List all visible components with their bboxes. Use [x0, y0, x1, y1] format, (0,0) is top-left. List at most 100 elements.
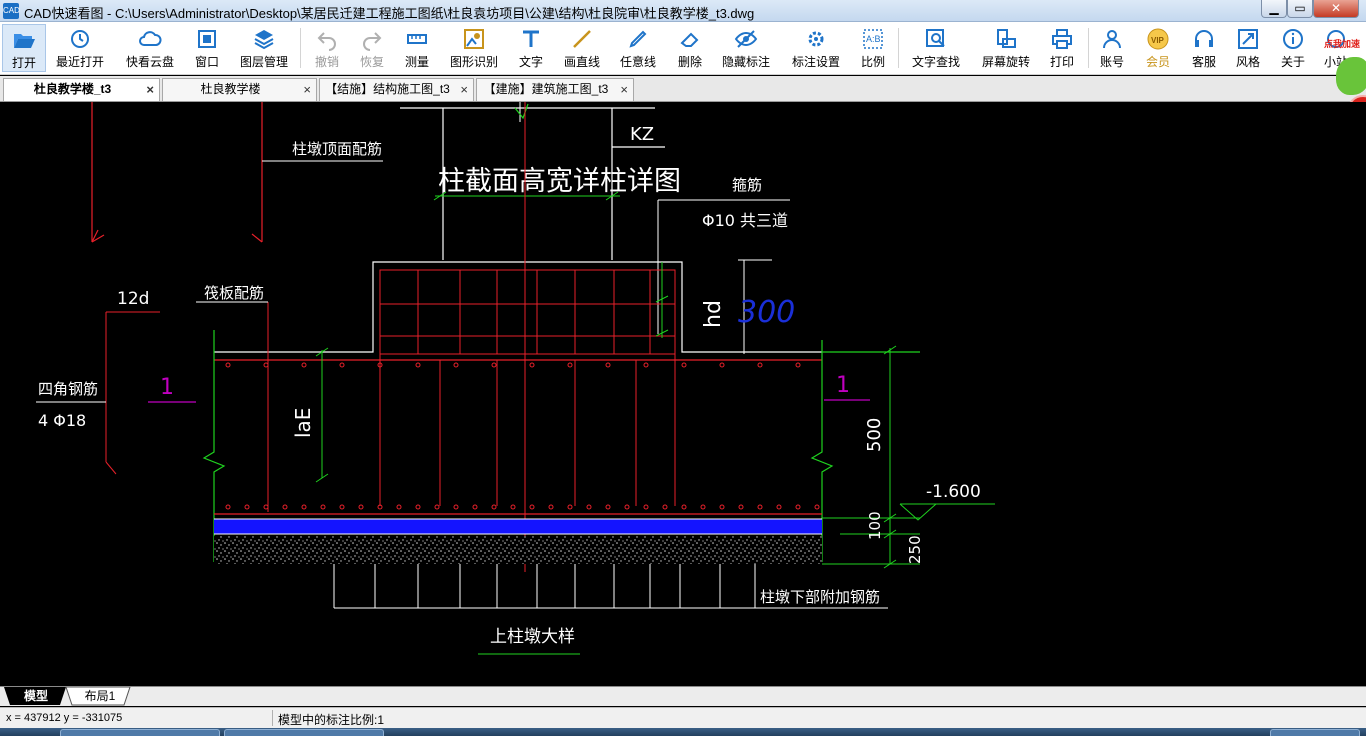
taskbar-item[interactable] — [224, 729, 384, 736]
maximize-button[interactable]: ▭ — [1287, 0, 1313, 18]
rebar-dot — [415, 362, 421, 368]
stirrup-spec: Φ10 共三道 — [702, 211, 788, 230]
rebar-dot — [339, 504, 345, 510]
tab-dlj[interactable]: 杜良教学楼 × — [162, 78, 317, 101]
window-button[interactable]: 窗口 — [188, 24, 226, 72]
raft-top-rebar-dots — [225, 362, 801, 368]
window-title: CAD快速看图 - C:\Users\Administrator\Desktop… — [24, 6, 755, 21]
document-tab-bar: 杜良教学楼_t3 × 杜良教学楼 × 【结施】结构施工图_t3 × 【建施】建筑… — [0, 76, 1366, 102]
tab-dlj-t3[interactable]: 杜良教学楼_t3 × — [3, 78, 160, 101]
rotate-screen-label: 屏幕旋转 — [981, 55, 1030, 69]
toolbar-separator — [1088, 28, 1089, 68]
rebar-dot — [301, 362, 307, 368]
text-button[interactable]: 文字 — [512, 24, 550, 72]
redo-icon — [363, 32, 382, 51]
app-icon: CAD — [3, 3, 20, 19]
taskbar-item[interactable] — [60, 729, 220, 736]
close-tab-icon[interactable]: × — [146, 79, 154, 100]
shape-recognize-button[interactable]: 图形识别 — [446, 24, 502, 72]
toolbar-separator — [300, 28, 301, 68]
eraser-icon — [680, 32, 699, 47]
draw-line-button[interactable]: 画直线 — [560, 24, 604, 72]
freehand-label: 任意线 — [619, 55, 656, 69]
rebar-dot — [795, 362, 801, 368]
layer-manager-button[interactable]: 图层管理 — [236, 24, 292, 72]
kz-label: KZ — [630, 124, 654, 145]
close-tab-icon[interactable]: × — [460, 79, 468, 100]
svg-text:VIP: VIP — [1151, 36, 1165, 45]
rebar-dot — [776, 504, 782, 510]
about-button[interactable]: 关于 — [1276, 24, 1310, 72]
delete-label: 删除 — [677, 55, 702, 69]
text-search-icon — [926, 29, 945, 47]
rebar-dot — [662, 504, 668, 510]
rebar-dot — [282, 504, 288, 510]
freehand-button[interactable]: 任意线 — [616, 24, 660, 72]
style-button[interactable]: 风格 — [1230, 24, 1266, 72]
hd-label: hd — [701, 300, 726, 328]
about-label: 关于 — [1280, 55, 1305, 69]
tab-architecture[interactable]: 【建施】建筑施工图_t3 × — [476, 78, 634, 101]
scale-label: 比例 — [860, 55, 885, 69]
text-search-label: 文字查找 — [911, 55, 960, 69]
undo-icon — [317, 32, 336, 51]
rebar-dot — [225, 362, 231, 368]
close-tab-icon[interactable]: × — [620, 79, 628, 100]
layout-tab-layout1[interactable]: 布局1 — [74, 687, 126, 706]
dim-250-label: 250 — [906, 535, 924, 564]
text-search-button[interactable]: 文字查找 — [906, 24, 966, 72]
tab-structure[interactable]: 【结施】结构施工图_t3 × — [319, 78, 474, 101]
section-label-left: 1 — [160, 375, 174, 400]
vip-button[interactable]: VIP 会员 — [1140, 24, 1176, 72]
rebar-dot — [795, 504, 801, 510]
cloud-icon — [139, 31, 162, 46]
layout-tab-model[interactable]: 模型 — [12, 687, 60, 706]
rebar-dot — [453, 504, 459, 510]
customer-service-button[interactable]: 客服 — [1186, 24, 1222, 72]
open-label: 打开 — [11, 56, 36, 70]
raft-rebar-bend — [105, 302, 269, 512]
minimize-button[interactable]: ▁ — [1261, 0, 1287, 18]
annotation-settings-button[interactable]: 标注设置 — [788, 24, 844, 72]
account-button[interactable]: 账号 — [1094, 24, 1130, 72]
lae-dimension — [315, 347, 329, 483]
handwritten-annotation: 300 — [738, 295, 795, 330]
rotate-screen-icon — [997, 29, 1016, 48]
scale-button[interactable]: A:B 比例 — [856, 24, 890, 72]
toolbar-separator — [898, 28, 899, 68]
recent-label: 最近打开 — [55, 55, 104, 69]
open-button[interactable]: 打开 — [2, 24, 46, 72]
rebar-dot — [586, 504, 592, 510]
drawing-canvas[interactable]: 柱墩顶面配筋 KZ 柱截面高宽详柱详图 箍筋 Φ10 共三道 12d 筏板配筋 … — [0, 102, 1366, 686]
print-button[interactable]: 打印 — [1044, 24, 1080, 72]
rebar-dot — [301, 504, 307, 510]
rebar-dot — [738, 504, 744, 510]
recent-button[interactable]: 最近打开 — [52, 24, 108, 72]
os-taskbar — [0, 728, 1366, 736]
vip-label: 会员 — [1145, 55, 1170, 69]
measure-button[interactable]: 测量 — [398, 24, 436, 72]
cad-drawing[interactable]: 柱墩顶面配筋 KZ 柱截面高宽详柱详图 箍筋 Φ10 共三道 12d 筏板配筋 … — [0, 102, 1366, 686]
annotation-settings-icon — [808, 31, 824, 47]
pedestal-cage — [379, 269, 676, 355]
undo-button[interactable]: 撤销 — [308, 24, 346, 72]
cloud-disk-button[interactable]: 快看云盘 — [120, 24, 180, 72]
ruler-icon — [407, 34, 427, 44]
delete-button[interactable]: 删除 — [672, 24, 708, 72]
close-window-button[interactable]: ✕ — [1313, 0, 1359, 18]
rebar-dot — [510, 504, 516, 510]
redo-button[interactable]: 恢复 — [353, 24, 391, 72]
close-tab-icon[interactable]: × — [303, 79, 311, 100]
rebar-dot — [396, 504, 402, 510]
window-icon — [198, 30, 216, 48]
hide-annotation-button[interactable]: 隐藏标注 — [718, 24, 774, 72]
layer-manager-label: 图层管理 — [239, 55, 288, 69]
info-icon — [1283, 29, 1303, 49]
rotate-screen-button[interactable]: 屏幕旋转 — [976, 24, 1036, 72]
tab-label: 【建施】建筑施工图_t3 — [483, 82, 609, 96]
top-rebar-lines — [91, 102, 263, 243]
headset-icon — [1195, 30, 1213, 47]
style-label: 风格 — [1235, 55, 1260, 69]
stirrup-label: 箍筋 — [732, 176, 762, 194]
bottom-rebar-label: 柱墩下部附加钢筋 — [760, 588, 880, 606]
